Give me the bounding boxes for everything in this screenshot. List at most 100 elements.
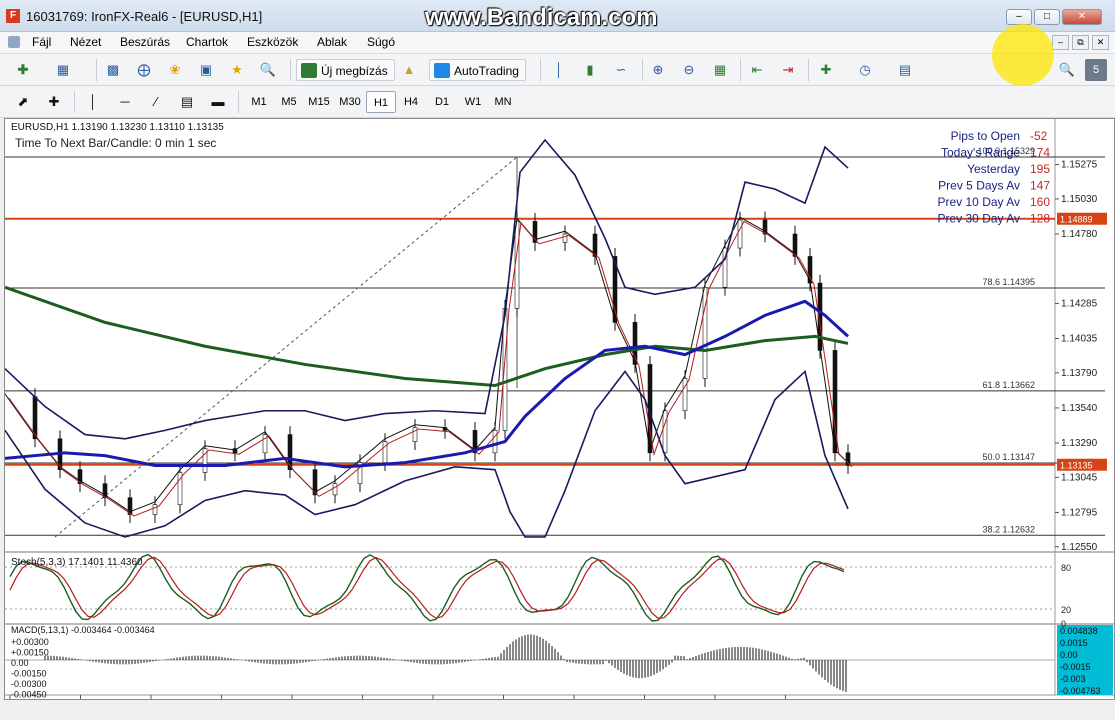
fib-level-label: 61.8 1.13662	[982, 380, 1035, 390]
mail-icon[interactable]: 5	[1085, 59, 1107, 81]
bollinger-upper	[4, 138, 849, 440]
info-label: Prev 10 Day Av	[938, 195, 1021, 209]
menu-file[interactable]: Fájl	[32, 35, 51, 49]
price-tick-label: 1.13540	[1061, 403, 1098, 414]
window-title: 16031769: IronFX-Real6 - [EURUSD,H1]	[26, 9, 263, 24]
line-chart-icon[interactable]: ∽	[610, 59, 632, 81]
mdi-minimize-button[interactable]: –	[1052, 35, 1069, 50]
price-tick-label: 1.14285	[1061, 298, 1098, 309]
price-tick-label: 1.15275	[1061, 160, 1098, 171]
chart-window-icon[interactable]	[8, 36, 20, 48]
candle-body	[737, 219, 743, 249]
profiles-icon[interactable]: ▦	[52, 59, 74, 81]
info-value: 195	[1030, 162, 1050, 176]
zoom-out-icon[interactable]: ⊖	[678, 59, 700, 81]
macd-left-scale: -0.00150	[11, 669, 47, 679]
stoch-scale-label: 20	[1061, 605, 1071, 615]
menu-help[interactable]: Súgó	[367, 35, 395, 49]
info-value: 147	[1030, 179, 1050, 193]
tf-m5[interactable]: M5	[274, 91, 304, 113]
crosshair-icon[interactable]: ⨁	[133, 59, 155, 81]
menu-insert[interactable]: Beszúrás	[120, 35, 170, 49]
candle-body	[492, 430, 498, 454]
tf-h4[interactable]: H4	[396, 91, 426, 113]
autotrading-button[interactable]: AutoTrading	[429, 59, 526, 81]
search-icon[interactable]: 🔍	[1056, 59, 1078, 81]
templates-icon[interactable]: ▤	[894, 59, 916, 81]
macd-left-scale: 0.00	[11, 658, 29, 668]
price-tag-label: 1.13135	[1060, 461, 1093, 471]
macd-left-scale: -0.00450	[11, 690, 47, 700]
terminal-icon[interactable]: ▣	[195, 59, 217, 81]
tf-m15[interactable]: M15	[304, 91, 334, 113]
tf-mn[interactable]: MN	[488, 91, 518, 113]
price-tick-label: 1.13045	[1061, 472, 1098, 483]
minimize-button[interactable]: –	[1006, 9, 1032, 25]
macd-left-scale: -0.00300	[11, 679, 47, 689]
new-order-button[interactable]: Új megbízás	[296, 59, 395, 81]
info-value: 160	[1030, 195, 1050, 209]
vertical-line-icon[interactable]: │	[82, 91, 104, 113]
strategy-tester-icon[interactable]: 🔍	[257, 59, 279, 81]
tf-w1[interactable]: W1	[458, 91, 488, 113]
navigator-icon[interactable]: ❀	[164, 59, 186, 81]
menu-view[interactable]: Nézet	[70, 35, 101, 49]
chart-window[interactable]: 100.0 1.15329 78.6 1.14395 61.8 1.13662 50.…	[4, 118, 1115, 714]
macd-right-scale: -0.004763	[1060, 686, 1101, 696]
info-value: -52	[1030, 129, 1048, 143]
trendline-icon[interactable]: ∕	[145, 91, 167, 113]
favorites-icon[interactable]: ★	[226, 59, 248, 81]
tf-d1[interactable]: D1	[427, 91, 457, 113]
chart-header: EURUSD,H1 1.13190 1.13230 1.13110 1.1313…	[11, 122, 224, 133]
price-tick-label: 1.12550	[1061, 542, 1098, 553]
price-tick-label: 1.15030	[1061, 194, 1098, 205]
price-tick-label: 1.14780	[1061, 229, 1098, 240]
fib-level-label: 78.6 1.14395	[982, 277, 1035, 287]
bar-chart-icon[interactable]: │	[548, 59, 570, 81]
zoom-in-icon[interactable]: ⊕	[647, 59, 669, 81]
macd-right-scale: 0.0015	[1060, 638, 1088, 648]
horizontal-line-icon[interactable]: ─	[114, 91, 136, 113]
autotrading-label: AutoTrading	[454, 64, 519, 78]
macd-right-scale: -0.003	[1060, 674, 1086, 684]
price-tick-label: 1.13290	[1061, 438, 1098, 449]
tf-m30[interactable]: M30	[335, 91, 365, 113]
menu-tools[interactable]: Eszközök	[247, 35, 298, 49]
info-label: Today's Range	[941, 146, 1020, 160]
candles-icon[interactable]: ▮	[579, 59, 601, 81]
candle-body	[562, 233, 568, 243]
stoch-label: Stoch(5,3,3) 17.1401 11.4360	[11, 557, 143, 568]
market-watch-icon[interactable]: ▩	[102, 59, 124, 81]
candle-body	[152, 504, 158, 515]
tile-icon[interactable]: ▦	[709, 59, 731, 81]
drawing-toolbar: ⬈ ✚ │ ─ ∕ ▤ ▬ M1 M5 M15 M30 H1 H4 D1 W1 …	[0, 86, 1115, 118]
tf-m1[interactable]: M1	[244, 91, 274, 113]
menu-window[interactable]: Ablak	[317, 35, 347, 49]
periods-icon[interactable]: ◷	[854, 59, 876, 81]
crosshair-tool-icon[interactable]: ✚	[43, 91, 65, 113]
autoscroll-icon[interactable]: ⇤	[746, 59, 768, 81]
macd-right-scale: 0.004838	[1060, 626, 1098, 636]
ema-line	[4, 299, 850, 469]
gold-bar-icon[interactable]: ▲	[398, 59, 420, 81]
app-icon: F	[6, 9, 20, 23]
menu-charts[interactable]: Chartok	[186, 35, 228, 49]
info-label: Pips to Open	[951, 129, 1020, 143]
cursor-icon[interactable]: ⬈	[12, 91, 34, 113]
close-button[interactable]: ✕	[1062, 9, 1102, 25]
candle-timer: Time To Next Bar/Candle: 0 min 1 sec	[15, 136, 216, 150]
indicators-icon[interactable]: ✚	[815, 59, 837, 81]
text-label-icon[interactable]: ▬	[207, 91, 229, 113]
maximize-button[interactable]: □	[1034, 9, 1060, 25]
tf-h1[interactable]: H1	[366, 91, 396, 113]
chart-canvas[interactable]: 100.0 1.1532978.6 1.1439561.8 1.1366250.…	[4, 119, 1114, 714]
macd-left-scale: +0.00300	[11, 637, 49, 647]
info-label: Prev 30 Day Av	[938, 212, 1021, 226]
candle-body	[662, 410, 668, 454]
chart-shift-icon[interactable]: ⇥	[777, 59, 799, 81]
channel-icon[interactable]: ▤	[176, 91, 198, 113]
mdi-close-button[interactable]: ✕	[1092, 35, 1109, 50]
title-bar: F 16031769: IronFX-Real6 - [EURUSD,H1] w…	[0, 0, 1115, 32]
mdi-restore-button[interactable]: ⧉	[1072, 35, 1089, 50]
new-chart-icon[interactable]: ✚	[12, 59, 34, 81]
